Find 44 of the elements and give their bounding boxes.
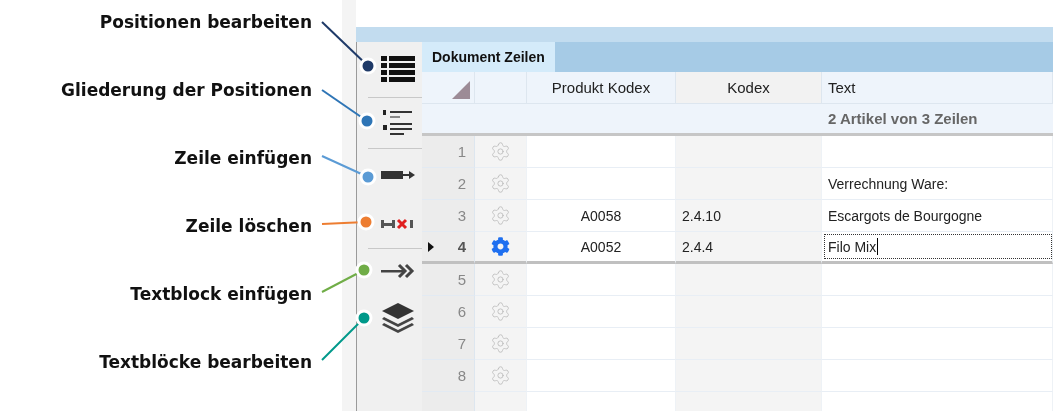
double-arrow-icon <box>380 263 415 279</box>
table-cell: 2.4.10 <box>676 200 822 232</box>
row-number: 6 <box>457 303 466 320</box>
row-number: 2 <box>457 175 466 192</box>
column-header <box>475 72 527 104</box>
row-header[interactable]: 4 <box>422 232 475 264</box>
list-icon <box>380 55 415 84</box>
bar-arrow-icon <box>380 168 415 181</box>
row-header[interactable]: 1 <box>422 136 475 168</box>
callout-label: Zeile löschen <box>185 215 312 238</box>
settings-icon[interactable] <box>491 237 510 256</box>
sort-corner-icon <box>452 81 470 99</box>
callout-label: Textblöcke bearbeiten <box>99 351 312 374</box>
row-number: 8 <box>457 367 466 384</box>
summary-text: 2 Artikel von 3 Zeilen <box>822 104 1053 136</box>
row-header[interactable]: 5 <box>422 264 475 296</box>
table-cell: Escargots de Bourgogne <box>822 200 1053 232</box>
column-header[interactable]: Kodex <box>676 72 822 104</box>
row-number: 1 <box>457 143 466 160</box>
table-cell: 2.4.4 <box>676 232 822 264</box>
numbered-list-icon <box>382 109 413 137</box>
current-row-icon <box>428 241 434 252</box>
table-cell: A0052 <box>527 232 676 264</box>
row-header[interactable]: 8 <box>422 360 475 392</box>
row-header[interactable]: 3 <box>422 200 475 232</box>
table-cell: Verrechnung Ware: <box>822 168 1053 200</box>
delete-row-icon <box>380 218 415 230</box>
text-input-field[interactable]: Filo Mix <box>824 234 1052 259</box>
callout-label: Zeile einfügen <box>174 147 312 170</box>
table-cell: A0058 <box>527 200 676 232</box>
callout-label: Positionen bearbeiten <box>99 11 312 34</box>
layers-icon <box>380 302 415 334</box>
row-header[interactable]: 6 <box>422 296 475 328</box>
row-number: 5 <box>457 271 466 288</box>
row-number: 3 <box>457 207 466 224</box>
row-header[interactable]: 2 <box>422 168 475 200</box>
row-number: 4 <box>457 238 466 255</box>
row-header[interactable]: 7 <box>422 328 475 360</box>
callout-label: Gliederung der Positionen <box>61 79 312 102</box>
row-number: 7 <box>457 335 466 352</box>
column-header[interactable]: Produkt Kodex <box>527 72 676 104</box>
callout-label: Textblock einfügen <box>130 283 312 306</box>
column-header[interactable]: Text <box>822 72 1053 104</box>
tab[interactable]: Dokument Zeilen <box>422 42 555 72</box>
